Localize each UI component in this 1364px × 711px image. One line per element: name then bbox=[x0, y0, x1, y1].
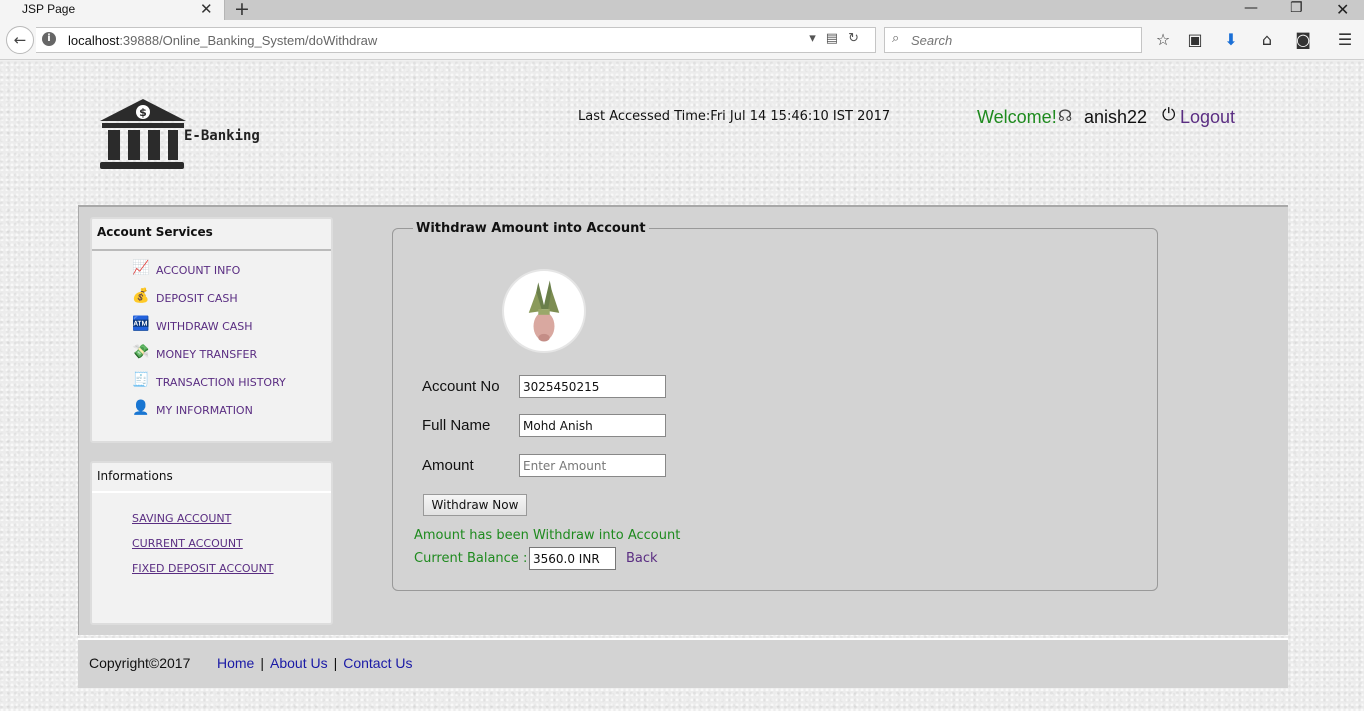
new-tab-icon[interactable]: + bbox=[234, 0, 250, 20]
sidebar-item-label[interactable]: MONEY TRANSFER bbox=[156, 348, 257, 361]
url-text: localhost:39888/Online_Banking_System/do… bbox=[68, 33, 377, 48]
sidebar-item-money-transfer[interactable]: 💸 MONEY TRANSFER bbox=[132, 344, 257, 362]
form-legend: Withdraw Amount into Account bbox=[413, 221, 649, 236]
search-bar[interactable]: ⌕ bbox=[884, 27, 1142, 53]
informations-title: Informations bbox=[92, 463, 331, 493]
current-account-link[interactable]: CURRENT ACCOUNT bbox=[132, 537, 243, 550]
logout-link[interactable]: Logout bbox=[1180, 107, 1235, 128]
current-balance-field bbox=[529, 547, 616, 570]
withdraw-form: Withdraw Amount into Account Account No … bbox=[392, 221, 1158, 591]
sidebar-item-deposit-cash[interactable]: 💰 DEPOSIT CASH bbox=[132, 288, 238, 306]
footer-link-about-us[interactable]: About Us bbox=[270, 655, 328, 671]
footer: Copyright©2017 Home | About Us | Contact Us bbox=[78, 638, 1288, 688]
tab-bar: JSP Page ✕ + — ❐ ✕ bbox=[0, 0, 1364, 20]
back-arrow-icon[interactable]: ← bbox=[6, 26, 34, 54]
sidebar-item-label[interactable]: ACCOUNT INFO bbox=[156, 264, 240, 277]
success-message: Amount has been Withdraw into Account bbox=[414, 528, 681, 543]
footer-links: Home | About Us | Contact Us bbox=[217, 655, 412, 671]
history-icon: 🧾 bbox=[132, 371, 150, 388]
download-icon[interactable]: ⬇ bbox=[1220, 30, 1242, 49]
power-icon[interactable]: ⏻ bbox=[1162, 105, 1175, 125]
sidebar-item-label[interactable]: DEPOSIT CASH bbox=[156, 292, 238, 305]
user-icon: 👤 bbox=[132, 399, 150, 416]
full-name-label: Full Name bbox=[422, 417, 491, 434]
restore-icon[interactable]: ❐ bbox=[1290, 0, 1303, 16]
address-bar[interactable]: i localhost:39888/Online_Banking_System/… bbox=[36, 27, 876, 53]
informations-panel: Informations SAVING ACCOUNT CURRENT ACCO… bbox=[90, 461, 333, 625]
transfer-icon: 💸 bbox=[132, 343, 150, 360]
fixed-deposit-account-link[interactable]: FIXED DEPOSIT ACCOUNT bbox=[132, 562, 274, 575]
url-host: localhost bbox=[68, 33, 120, 48]
reader-view-icon[interactable]: ▤ bbox=[826, 31, 848, 46]
account-no-label: Account No bbox=[422, 378, 500, 395]
separator: | bbox=[260, 655, 264, 671]
close-window-icon[interactable]: ✕ bbox=[1336, 0, 1349, 19]
footer-link-contact-us[interactable]: Contact Us bbox=[343, 655, 412, 671]
dropdown-icon[interactable]: ▾ bbox=[809, 31, 826, 46]
current-balance-label: Current Balance : bbox=[414, 551, 528, 566]
amount-field[interactable] bbox=[519, 454, 666, 477]
welcome-text: Welcome! bbox=[977, 107, 1057, 127]
tab-title: JSP Page bbox=[22, 2, 76, 16]
svg-text:$: $ bbox=[139, 106, 147, 119]
separator: | bbox=[333, 655, 338, 671]
account-no-field[interactable] bbox=[519, 375, 666, 398]
sidebar-item-transaction-history[interactable]: 🧾 TRANSACTION HISTORY bbox=[132, 372, 286, 390]
reload-icon[interactable]: ↻ bbox=[848, 31, 869, 46]
user-headset-icon: ☊ bbox=[1058, 106, 1073, 125]
sidebar-item-label[interactable]: TRANSACTION HISTORY bbox=[156, 376, 286, 389]
back-link[interactable]: Back bbox=[626, 551, 658, 566]
chart-icon: 📈 bbox=[132, 259, 150, 276]
main-content: Account Services 📈 ACCOUNT INFO 💰 DEPOSI… bbox=[78, 205, 1288, 635]
pocket-icon[interactable]: ◙ bbox=[1292, 30, 1314, 49]
amount-label: Amount bbox=[422, 457, 474, 474]
copyright-text: Copyright©2017 bbox=[89, 655, 191, 671]
sidebar-item-my-information[interactable]: 👤 MY INFORMATION bbox=[132, 400, 253, 418]
piggy-bank-icon bbox=[502, 269, 586, 353]
page-body: $ E-Banking Last Accessed Time:Fri Jul 1… bbox=[0, 61, 1364, 711]
sidebar-item-account-info[interactable]: 📈 ACCOUNT INFO bbox=[132, 260, 240, 278]
money-bag-icon: 💰 bbox=[132, 287, 150, 304]
menu-icon[interactable]: ☰ bbox=[1334, 30, 1356, 49]
last-accessed-time: Last Accessed Time:Fri Jul 14 15:46:10 I… bbox=[578, 109, 891, 124]
bookmark-star-icon[interactable]: ☆ bbox=[1152, 30, 1174, 49]
sidebar-item-withdraw-cash[interactable]: 🏧 WITHDRAW CASH bbox=[132, 316, 253, 334]
info-icon[interactable]: i bbox=[42, 32, 56, 46]
close-tab-icon[interactable]: ✕ bbox=[200, 0, 213, 18]
bank-logo-icon: $ bbox=[100, 99, 186, 169]
saving-account-link[interactable]: SAVING ACCOUNT bbox=[132, 512, 231, 525]
logo-text: E-Banking bbox=[184, 128, 260, 144]
home-icon[interactable]: ⌂ bbox=[1256, 30, 1278, 49]
withdraw-now-button[interactable]: Withdraw Now bbox=[423, 494, 527, 516]
browser-tab[interactable]: JSP Page ✕ bbox=[0, 0, 225, 20]
full-name-field[interactable] bbox=[519, 414, 666, 437]
navigation-bar: ← i localhost:39888/Online_Banking_Syste… bbox=[0, 20, 1364, 60]
minimize-icon[interactable]: — bbox=[1244, 0, 1258, 16]
footer-link-home[interactable]: Home bbox=[217, 655, 254, 671]
sidebar-item-label[interactable]: MY INFORMATION bbox=[156, 404, 253, 417]
account-services-panel: Account Services 📈 ACCOUNT INFO 💰 DEPOSI… bbox=[90, 217, 333, 443]
account-services-title: Account Services bbox=[92, 219, 331, 251]
sidebar-item-label[interactable]: WITHDRAW CASH bbox=[156, 320, 253, 333]
username: anish22 bbox=[1084, 107, 1148, 127]
search-icon: ⌕ bbox=[892, 31, 900, 46]
search-input[interactable] bbox=[911, 32, 1131, 48]
library-icon[interactable]: ▣ bbox=[1184, 30, 1206, 49]
atm-icon: 🏧 bbox=[132, 315, 150, 332]
url-path: :39888/Online_Banking_System/doWithdraw bbox=[119, 33, 378, 48]
